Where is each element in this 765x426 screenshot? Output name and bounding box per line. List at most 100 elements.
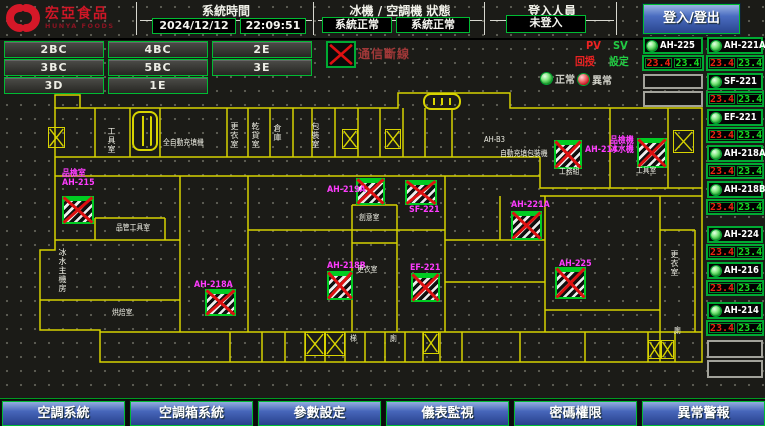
plan-unit-label: AH-225 [559, 260, 592, 269]
chiller-status-box: 系統正常 [322, 17, 392, 33]
unit-name-label: AH-214 [724, 305, 759, 316]
floor-button-3bc[interactable]: 3BC [4, 59, 104, 76]
pv-value: 23.4 [645, 58, 672, 68]
login-status-box: 未登入 [506, 15, 586, 33]
abnormal-lamp-legend: 異常 [578, 72, 612, 87]
header: 宏亞食品 HUNYA FOODS 系統時間 2024/12/12 22:09:5… [0, 0, 765, 40]
sv-value: 23.4 [737, 94, 763, 104]
unit-lamp-icon [711, 113, 721, 123]
nav-button-password-auth[interactable]: 密碼權限 [514, 401, 637, 426]
unit-values: 23.423.4 [706, 280, 764, 296]
abnormal-lamp-label: 異常 [592, 72, 612, 87]
floor-button-3e[interactable]: 3E [212, 59, 312, 76]
room-label: 冰水主機房 [58, 248, 66, 293]
floor-button-4bc[interactable]: 4BC [108, 41, 208, 58]
system-date-box: 2024/12/12 [152, 18, 236, 34]
unit-values: 23.423.4 [706, 91, 764, 107]
login-logout-button[interactable]: 登入/登出 [643, 4, 740, 34]
empty-slot [707, 360, 763, 378]
logo-icon [5, 3, 41, 33]
plan-unit-icon[interactable] [205, 289, 236, 316]
stair-icon [423, 332, 439, 354]
unit-lamp-icon [711, 185, 721, 195]
unit-lamp-icon [711, 230, 721, 240]
pv-value: 23.4 [709, 166, 735, 176]
sv-value: 23.4 [737, 247, 763, 257]
unit-name-label: AH-218B [724, 184, 765, 195]
unit-lamp-icon [711, 266, 721, 276]
setpoint-label: 設定 [609, 53, 629, 69]
plan-unit-label: AH-219A [327, 186, 366, 195]
unit-name-label: AH-218A [724, 148, 765, 159]
floor-button-2bc[interactable]: 2BC [4, 41, 104, 58]
plan-unit-icon[interactable] [405, 180, 437, 205]
floor-button-3d[interactable]: 3D [4, 77, 104, 94]
abnormal-lamp-icon [578, 74, 589, 85]
plan-unit-label: SF-221 [409, 206, 440, 215]
sv-value: 23.4 [737, 323, 763, 333]
pv-label: PV [586, 39, 601, 52]
plan-unit-icon[interactable] [62, 196, 94, 224]
unit-button-ef-221[interactable]: EF-221 [707, 109, 763, 126]
comm-loss-label: 通信斷線 [358, 45, 410, 62]
unit-name-label: SF-221 [724, 76, 757, 87]
room-label: 烘焙室 [112, 309, 132, 317]
scada-screen: 宏亞食品 HUNYA FOODS 系統時間 2024/12/12 22:09:5… [0, 0, 765, 426]
unit-button-ah-221a[interactable]: AH-221A [707, 37, 763, 54]
room-label: 工具室 [107, 127, 115, 154]
pv-value: 23.4 [709, 94, 735, 104]
pv-value: 23.4 [709, 323, 735, 333]
nav-button-alarm-report[interactable]: 異常警報 [642, 401, 765, 426]
unit-button-ah-225[interactable]: AH-225 [643, 37, 703, 54]
plan-unit-icon[interactable] [555, 267, 586, 299]
unit-button-ah-224[interactable]: AH-224 [707, 226, 763, 243]
room-label: 倉庫 [273, 124, 281, 142]
floor-button-1e[interactable]: 1E [108, 77, 208, 94]
plan-unit-label: 品檢室AH-215 [62, 170, 95, 188]
stair-icon [48, 127, 65, 148]
nav-button-ahu-system[interactable]: 空調箱系統 [130, 401, 253, 426]
sv-value: 23.4 [737, 202, 763, 212]
plan-unit-icon[interactable] [637, 138, 667, 168]
nav-button-ac-system[interactable]: 空調系統 [2, 401, 125, 426]
feedback-label: 回授 [575, 53, 595, 69]
plan-unit-icon[interactable] [411, 273, 440, 302]
nav-button-param-settings[interactable]: 參數設定 [258, 401, 381, 426]
ahu-status-box: 系統正常 [396, 17, 470, 33]
empty-slot [643, 74, 703, 89]
unit-values: 23.423.4 [706, 163, 764, 179]
header-separator [484, 2, 485, 35]
unit-button-ah-216[interactable]: AH-216 [707, 262, 763, 279]
stair-icon [385, 129, 401, 149]
stair-icon [673, 130, 694, 153]
stair-icon [305, 332, 325, 356]
floor-button-2e[interactable]: 2E [212, 41, 312, 58]
header-separator [616, 2, 617, 35]
unit-button-sf-221[interactable]: SF-221 [707, 73, 763, 90]
unit-button-ah-214[interactable]: AH-214 [707, 302, 763, 319]
unit-lamp-icon [647, 41, 657, 51]
unit-values: 23.423.4 [642, 55, 704, 71]
plan-unit-icon[interactable] [554, 140, 582, 169]
unit-values: 23.423.4 [706, 244, 764, 260]
unit-lamp-icon [711, 306, 721, 316]
plan-unit-icon[interactable] [511, 211, 542, 240]
stair-icon [342, 129, 358, 149]
lift-icon [132, 111, 158, 151]
nav-button-meter-monitor[interactable]: 儀表監視 [386, 401, 509, 426]
unit-button-ah-218a[interactable]: AH-218A [707, 145, 763, 162]
comm-loss-icon [326, 41, 356, 68]
room-label: 工具室 [636, 167, 656, 175]
floor-button-5bc[interactable]: 5BC [108, 59, 208, 76]
pv-value: 23.4 [709, 58, 735, 68]
room-label: 創意室 [359, 214, 379, 222]
unit-button-ah-218b[interactable]: AH-218B [707, 181, 763, 198]
unit-lamp-icon [711, 41, 721, 51]
sv-value: 23.4 [737, 130, 763, 140]
room-label: 乾貨室 [251, 122, 259, 149]
pv-value: 23.4 [709, 283, 735, 293]
plan-unit-icon[interactable] [327, 271, 353, 300]
company-logo: 宏亞食品 HUNYA FOODS [5, 3, 115, 33]
normal-lamp-label: 正常 [555, 71, 575, 86]
unit-name-label: AH-221A [724, 40, 765, 51]
